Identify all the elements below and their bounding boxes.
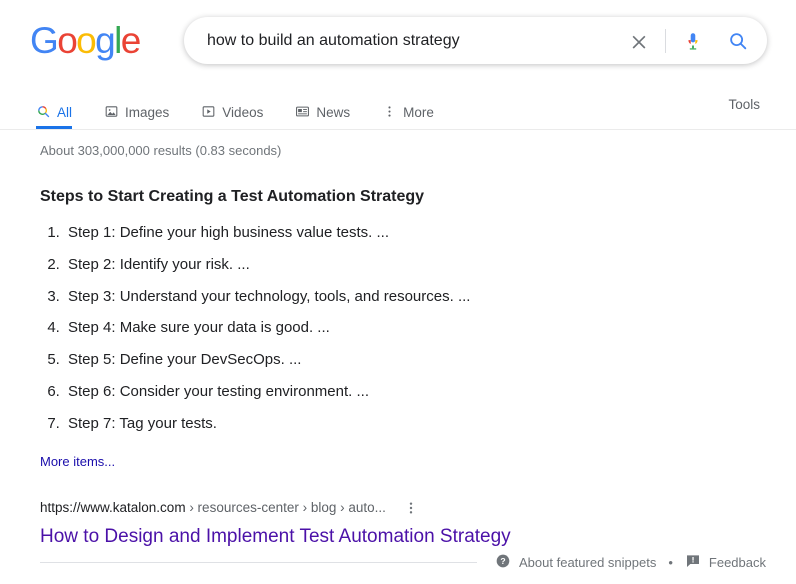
snippet-heading: Steps to Start Creating a Test Automatio…	[40, 188, 425, 205]
tab-news-label: News	[316, 105, 351, 121]
snippet-footer: ? About featured snippets • Feedback	[0, 553, 796, 572]
list-item: Step 7: Tag your tests.	[64, 415, 796, 434]
tab-more[interactable]: More	[382, 86, 448, 129]
list-item: Step 1: Define your high business value …	[64, 224, 796, 243]
tab-all[interactable]: All	[36, 86, 86, 129]
list-item: Step 5: Define your DevSecOps. ...	[64, 351, 796, 370]
tab-videos[interactable]: Videos	[201, 86, 277, 129]
logo-letter-g2: g	[95, 20, 116, 61]
result-url[interactable]: https://www.katalon.com › resources-cent…	[40, 500, 386, 516]
footer-separator: •	[668, 555, 673, 570]
logo-letter-o1: o	[57, 20, 78, 61]
search-input[interactable]	[185, 18, 619, 63]
list-item: Step 6: Consider your testing environmen…	[64, 383, 796, 402]
snippet-steps-list: Step 1: Define your high business value …	[40, 224, 796, 433]
search-icon	[36, 104, 51, 122]
image-icon	[104, 104, 119, 122]
list-item: Step 4: Make sure your data is good. ...	[64, 319, 796, 338]
more-vertical-icon[interactable]	[400, 497, 422, 519]
tab-images[interactable]: Images	[104, 86, 183, 129]
search-results-main: About 303,000,000 results (0.83 seconds)…	[0, 144, 796, 550]
result-title-link[interactable]: How to Design and Implement Test Automat…	[40, 525, 796, 550]
video-icon	[201, 104, 216, 122]
search-divider	[665, 28, 666, 53]
svg-text:?: ?	[500, 556, 505, 566]
search-result: https://www.katalon.com › resources-cent…	[40, 497, 796, 550]
search-icon[interactable]	[714, 19, 762, 63]
tab-videos-label: Videos	[222, 105, 264, 121]
tab-all-label: All	[57, 105, 73, 121]
about-featured-snippets-label: About featured snippets	[519, 555, 657, 570]
result-url-breadcrumb: › resources-center › blog › auto...	[185, 500, 386, 516]
more-vertical-icon	[382, 104, 397, 122]
logo-letter-e: e	[120, 20, 142, 61]
logo-letter-o2: o	[76, 20, 97, 61]
featured-snippet: Steps to Start Creating a Test Automatio…	[40, 187, 796, 469]
feedback-label: Feedback	[708, 555, 766, 570]
page-header: Google	[0, 0, 796, 86]
tab-active-underline	[36, 126, 73, 129]
tab-news[interactable]: News	[295, 86, 364, 129]
about-featured-snippets-link[interactable]: ? About featured snippets	[495, 553, 656, 572]
microphone-icon[interactable]	[672, 19, 714, 63]
list-item: Step 2: Identify your risk. ...	[64, 256, 796, 275]
google-logo[interactable]: Google	[30, 20, 142, 61]
tab-images-label: Images	[125, 105, 170, 121]
search-bar[interactable]	[184, 17, 767, 64]
result-url-line: https://www.katalon.com › resources-cent…	[40, 497, 796, 519]
search-nav: All Images Videos News More Tools	[0, 86, 796, 130]
list-item: Step 3: Understand your technology, tool…	[64, 288, 796, 307]
close-icon[interactable]	[619, 19, 659, 63]
logo-letter-l: l	[114, 20, 122, 61]
logo-letter-g1: G	[30, 20, 59, 61]
more-items-link[interactable]: More items...	[40, 454, 796, 469]
result-stats: About 303,000,000 results (0.83 seconds)	[40, 143, 282, 158]
feedback-link[interactable]: Feedback	[685, 553, 766, 572]
result-url-host: https://www.katalon.com	[40, 500, 186, 516]
tab-more-label: More	[403, 105, 434, 121]
newspaper-icon	[295, 104, 310, 122]
feedback-icon	[685, 553, 701, 572]
tools-button[interactable]: Tools	[728, 97, 760, 112]
google-search-results-page: Google how to build an automation strate…	[0, 0, 796, 584]
help-circle-icon: ?	[495, 553, 511, 572]
nav-tabs: All Images Videos News More	[36, 86, 466, 129]
footer-divider	[40, 562, 478, 563]
